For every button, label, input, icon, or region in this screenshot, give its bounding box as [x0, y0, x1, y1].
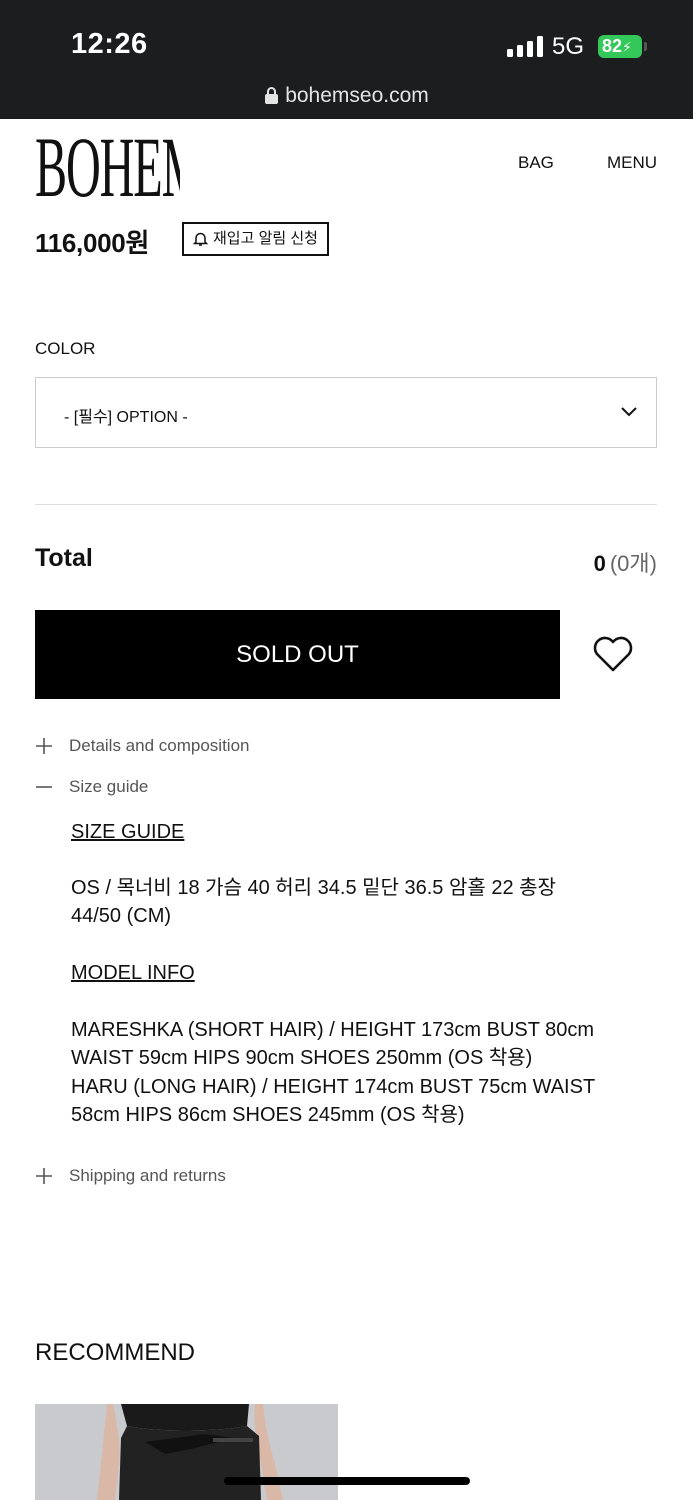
restock-label: 재입고 알림 신청: [213, 230, 318, 247]
option-label: COLOR: [35, 339, 96, 358]
home-indicator: [224, 1477, 470, 1485]
color-option-select[interactable]: - [필수] OPTION -: [35, 377, 657, 448]
accordion-shipping-label: Shipping and returns: [69, 1166, 226, 1185]
battery-cap: [644, 42, 647, 51]
total-label: Total: [35, 544, 93, 572]
product-price: 116,000원: [35, 228, 150, 258]
url-text: bohemseo.com: [285, 84, 429, 107]
total-value: 0: [593, 551, 606, 576]
sold-out-button[interactable]: SOLD OUT: [35, 610, 560, 699]
select-value: - [필수] OPTION -: [64, 409, 188, 426]
divider: [35, 504, 657, 505]
recommend-product-image[interactable]: [35, 1404, 338, 1500]
model-info-line: MARESHKA (SHORT HAIR) / HEIGHT 173cm BUS…: [71, 1019, 595, 1041]
size-guide-line: OS / 목너비 18 가슴 40 허리 34.5 밑단 36.5 암홀 22 …: [71, 877, 556, 899]
brand-logo[interactable]: BOHEMSEO: [35, 122, 180, 202]
battery-level: 82: [602, 36, 623, 56]
model-info-line: HARU (LONG HAIR) / HEIGHT 174cm BUST 75c…: [71, 1076, 596, 1098]
model-info-line: 58cm HIPS 86cm SHOES 245mm (OS 착용): [71, 1104, 465, 1126]
model-info-line: WAIST 59cm HIPS 90cm SHOES 250mm (OS 착용): [71, 1047, 533, 1069]
lock-icon: [265, 87, 279, 104]
size-guide-title: SIZE GUIDE: [71, 821, 185, 843]
restock-alert-button[interactable]: 재입고 알림 신청: [182, 222, 329, 256]
chevron-down-icon: [621, 407, 637, 417]
recommend-title: RECOMMEND: [35, 1339, 195, 1366]
heart-icon[interactable]: [592, 634, 634, 674]
browser-top-bar: 12:26 5G 82⚡ bohemseo.com: [0, 0, 693, 119]
bell-icon: [193, 232, 208, 246]
battery-indicator: 82⚡: [598, 35, 642, 58]
product-photo: [97, 1404, 283, 1500]
accordion-size-label: Size guide: [69, 777, 149, 796]
accordion-details-label: Details and composition: [69, 736, 250, 755]
size-guide-line: 44/50 (CM): [71, 905, 172, 927]
accordion-details[interactable]: Details and composition: [35, 736, 249, 756]
total-count: (0개): [609, 551, 657, 576]
status-time: 12:26: [71, 28, 148, 60]
total-amount: 0 (0개): [594, 546, 657, 578]
logo-text: BOHEMSEO: [35, 122, 180, 202]
network-type: 5G: [552, 33, 585, 60]
plus-icon: [36, 1168, 52, 1184]
minus-icon: [36, 786, 52, 788]
url-bar[interactable]: bohemseo.com: [0, 84, 693, 108]
accordion-size-guide[interactable]: Size guide: [35, 777, 148, 797]
signal-icon: [507, 36, 543, 57]
bag-link[interactable]: BAG: [518, 153, 554, 173]
model-info-title: MODEL INFO: [71, 962, 195, 984]
menu-link[interactable]: MENU: [607, 153, 657, 173]
accordion-shipping[interactable]: Shipping and returns: [35, 1166, 226, 1186]
plus-icon: [36, 738, 52, 754]
